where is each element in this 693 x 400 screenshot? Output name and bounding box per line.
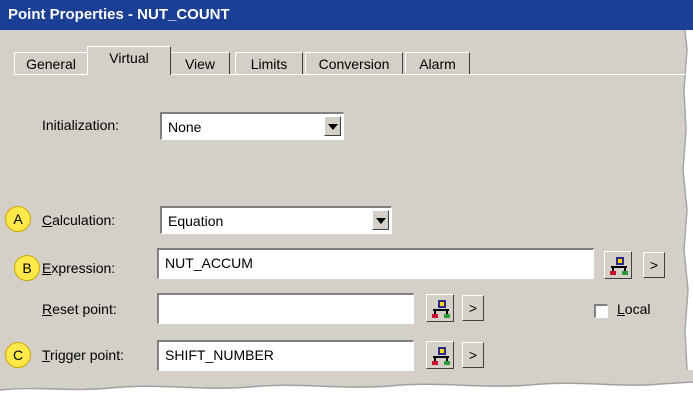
tab-view[interactable]: View bbox=[170, 52, 230, 74]
initialization-label: Initialization: bbox=[42, 117, 120, 133]
tab-alarm[interactable]: Alarm bbox=[405, 52, 470, 74]
tab-virtual[interactable]: Virtual bbox=[87, 46, 171, 75]
local-checkbox[interactable] bbox=[594, 304, 608, 318]
calculation-select[interactable]: Equation bbox=[160, 206, 392, 234]
callout-badge-a: A bbox=[5, 206, 31, 232]
trigger-point-mnemonic: T bbox=[42, 347, 51, 363]
expression-mnemonic: E bbox=[42, 260, 52, 276]
point-properties-dialog: Point Properties - NUT_COUNT General Vir… bbox=[0, 0, 693, 400]
tab-conversion[interactable]: Conversion bbox=[305, 52, 403, 74]
reset-point-browse-button[interactable] bbox=[426, 294, 454, 322]
calculation-mnemonic: C bbox=[42, 212, 53, 228]
trigger-point-label-text: rigger point: bbox=[50, 347, 124, 363]
reset-point-more-button[interactable]: > bbox=[462, 295, 484, 321]
expression-label-text: xpression: bbox=[51, 260, 116, 276]
trigger-point-more-button[interactable]: > bbox=[462, 342, 484, 368]
reset-point-mnemonic: R bbox=[42, 301, 53, 317]
trigger-point-label: Trigger point: bbox=[42, 347, 124, 363]
expression-more-button[interactable]: > bbox=[643, 252, 665, 278]
chevron-down-icon[interactable] bbox=[372, 210, 389, 230]
point-browser-icon bbox=[432, 300, 450, 318]
expression-browse-button[interactable] bbox=[604, 251, 632, 279]
reset-point-label-text: eset point: bbox=[52, 301, 117, 317]
point-browser-icon bbox=[610, 257, 628, 275]
tab-general[interactable]: General bbox=[14, 52, 88, 74]
point-browser-icon bbox=[432, 347, 450, 365]
callout-badge-b: B bbox=[14, 255, 40, 281]
calculation-label: Calculation: bbox=[42, 212, 115, 228]
trigger-point-input[interactable]: SHIFT_NUMBER bbox=[157, 340, 414, 371]
calculation-value: Equation bbox=[168, 213, 224, 229]
dialog-title: Point Properties - NUT_COUNT bbox=[0, 0, 693, 30]
expression-label: Expression: bbox=[42, 260, 115, 276]
initialization-select[interactable]: None bbox=[160, 112, 344, 140]
tab-limits[interactable]: Limits bbox=[235, 52, 303, 74]
chevron-down-icon[interactable] bbox=[324, 116, 341, 136]
callout-badge-c: C bbox=[5, 342, 31, 368]
torn-edge-bottom bbox=[0, 381, 693, 400]
local-label-text: ocal bbox=[624, 301, 651, 317]
trigger-point-browse-button[interactable] bbox=[426, 341, 454, 369]
initialization-value: None bbox=[168, 119, 202, 135]
local-mnemonic: L bbox=[617, 301, 625, 317]
expression-input[interactable]: NUT_ACCUM bbox=[157, 248, 594, 279]
reset-point-input[interactable] bbox=[157, 293, 414, 324]
calculation-label-text: alculation: bbox=[52, 212, 116, 228]
torn-edge-right bbox=[682, 30, 693, 370]
reset-point-label: Reset point: bbox=[42, 301, 117, 317]
local-label[interactable]: Local bbox=[617, 301, 650, 317]
